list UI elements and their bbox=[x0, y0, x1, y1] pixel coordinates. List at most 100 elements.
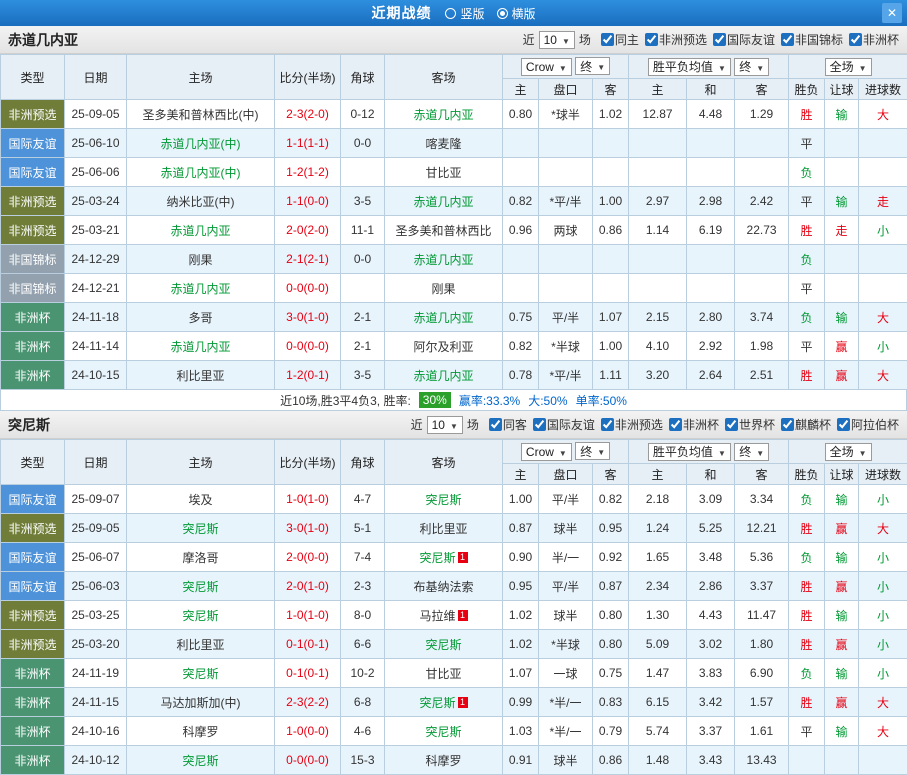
checkbox-input[interactable] bbox=[849, 33, 862, 46]
odds-source-select[interactable]: Crow bbox=[521, 443, 572, 461]
corners-cell: 0-12 bbox=[341, 100, 385, 129]
odds-home-cell: 1.07 bbox=[503, 659, 539, 688]
checkbox-input[interactable] bbox=[645, 33, 658, 46]
result-asian-cell: 输 bbox=[825, 100, 859, 129]
col-corner: 角球 bbox=[341, 55, 385, 100]
away-team-name: 突尼斯 bbox=[419, 696, 455, 710]
scope-select[interactable]: 全场 bbox=[825, 443, 872, 461]
close-button[interactable]: ✕ bbox=[882, 3, 902, 23]
match-date: 25-09-05 bbox=[65, 514, 127, 543]
match-count-value: 10 bbox=[544, 33, 557, 47]
match-count-select[interactable]: 10 bbox=[539, 31, 575, 49]
layout-radio-vertical[interactable]: 竖版 bbox=[445, 5, 484, 22]
odds-home-cell: 1.00 bbox=[503, 485, 539, 514]
avg-home-cell: 12.87 bbox=[629, 100, 687, 129]
filter-checkbox[interactable]: 麒麟杯 bbox=[781, 416, 831, 433]
checkbox-input[interactable] bbox=[601, 33, 614, 46]
odds-source-select[interactable]: Crow bbox=[521, 58, 572, 76]
radio-icon bbox=[445, 8, 456, 19]
filter-checkbox[interactable]: 国际友谊 bbox=[713, 31, 775, 48]
odds-away-cell: 1.02 bbox=[593, 100, 629, 129]
subcol-avg-home: 主 bbox=[629, 464, 687, 485]
odds-final-select[interactable]: 终 bbox=[575, 442, 610, 460]
filter-checkbox[interactable]: 同主 bbox=[601, 31, 639, 48]
filter-checkboxes: 同客国际友谊非洲预选非洲杯世界杯 麒麟杯阿拉伯杯 bbox=[489, 416, 899, 433]
subcol-odds-home: 主 bbox=[503, 464, 539, 485]
match-date: 25-03-25 bbox=[65, 601, 127, 630]
away-team-cell: 赤道几内亚 bbox=[385, 187, 503, 216]
avg-draw-cell: 4.43 bbox=[687, 601, 735, 630]
filter-checkbox[interactable]: 阿拉伯杯 bbox=[837, 416, 899, 433]
summary-stat: 大:50% bbox=[528, 392, 567, 409]
away-team-name: 赤道几内亚 bbox=[413, 253, 473, 267]
result-winloss-cell bbox=[789, 746, 825, 775]
avg-group-header: 胜平负均值 终 bbox=[629, 440, 789, 464]
filter-checkbox[interactable]: 非国锦标 bbox=[781, 31, 843, 48]
result-asian-cell: 赢 bbox=[825, 514, 859, 543]
chevron-down-icon bbox=[756, 60, 764, 74]
away-team-cell: 布基纳法索 bbox=[385, 572, 503, 601]
red-card-badge: 1 bbox=[458, 552, 468, 563]
result-goals-cell bbox=[859, 245, 907, 274]
checkbox-input[interactable] bbox=[781, 33, 794, 46]
away-team-cell: 赤道几内亚 bbox=[385, 361, 503, 390]
avg-select[interactable]: 胜平负均值 bbox=[648, 58, 731, 76]
avg-final-select[interactable]: 终 bbox=[734, 58, 769, 76]
match-type-cell: 非国锦标 bbox=[1, 245, 65, 274]
result-goals-cell: 小 bbox=[859, 543, 907, 572]
checkbox-input[interactable] bbox=[601, 418, 614, 431]
checkbox-input[interactable] bbox=[489, 418, 502, 431]
checkbox-input[interactable] bbox=[781, 418, 794, 431]
summary-stat: 赢率:33.3% bbox=[459, 392, 520, 409]
odds-final-select[interactable]: 终 bbox=[575, 57, 610, 75]
filter-checkbox[interactable]: 非洲预选 bbox=[601, 416, 663, 433]
scope-select[interactable]: 全场 bbox=[825, 58, 872, 76]
checkbox-input[interactable] bbox=[669, 418, 682, 431]
result-winloss-cell: 负 bbox=[789, 158, 825, 187]
filter-checkbox[interactable]: 国际友谊 bbox=[533, 416, 595, 433]
home-team-cell: 赤道几内亚(中) bbox=[127, 129, 275, 158]
avg-select-value: 胜平负均值 bbox=[653, 443, 713, 460]
filter-checkbox[interactable]: 同客 bbox=[489, 416, 527, 433]
odds-away-cell: 0.92 bbox=[593, 543, 629, 572]
result-goals-cell: 小 bbox=[859, 659, 907, 688]
checkbox-input[interactable] bbox=[725, 418, 738, 431]
odds-home-cell: 0.82 bbox=[503, 187, 539, 216]
match-type-cell: 非洲预选 bbox=[1, 630, 65, 659]
layout-radio-horizontal[interactable]: 横版 bbox=[497, 5, 536, 22]
filter-checkbox[interactable]: 非洲杯 bbox=[849, 31, 899, 48]
filter-label: 麒麟杯 bbox=[795, 416, 831, 433]
odds-home-cell: 0.99 bbox=[503, 688, 539, 717]
filter-checkbox[interactable]: 非洲预选 bbox=[645, 31, 707, 48]
avg-away-cell: 3.37 bbox=[735, 572, 789, 601]
checkbox-input[interactable] bbox=[837, 418, 850, 431]
avg-group-header: 胜平负均值 终 bbox=[629, 55, 789, 79]
subcol-handicap: 盘口 bbox=[539, 79, 593, 100]
home-team-name: 刚果 bbox=[188, 253, 212, 267]
filter-checkbox[interactable]: 世界杯 bbox=[725, 416, 775, 433]
odds-away-cell: 0.83 bbox=[593, 688, 629, 717]
home-team-cell: 突尼斯 bbox=[127, 601, 275, 630]
result-goals-cell: 大 bbox=[859, 100, 907, 129]
avg-away-cell: 1.80 bbox=[735, 630, 789, 659]
col-corner: 角球 bbox=[341, 440, 385, 485]
avg-away-cell: 22.73 bbox=[735, 216, 789, 245]
radio-icon bbox=[497, 8, 508, 19]
checkbox-input[interactable] bbox=[533, 418, 546, 431]
odds-home-cell: 0.91 bbox=[503, 746, 539, 775]
filter-controls: 近 10 场 同主非洲预选国际友谊非国锦标非洲杯 bbox=[523, 31, 899, 49]
avg-select[interactable]: 胜平负均值 bbox=[648, 443, 731, 461]
subcol-handicap: 盘口 bbox=[539, 464, 593, 485]
home-team-name: 赤道几内亚 bbox=[170, 340, 230, 354]
filter-checkbox[interactable]: 非洲杯 bbox=[669, 416, 719, 433]
odds-source-value: Crow bbox=[526, 60, 554, 74]
avg-final-select[interactable]: 终 bbox=[734, 443, 769, 461]
match-date: 24-11-14 bbox=[65, 332, 127, 361]
subcol-goals: 进球数 bbox=[859, 464, 907, 485]
avg-final-value: 终 bbox=[739, 58, 751, 75]
checkbox-input[interactable] bbox=[713, 33, 726, 46]
handicap-cell: 球半 bbox=[539, 514, 593, 543]
match-count-select[interactable]: 10 bbox=[427, 416, 463, 434]
avg-away-cell: 3.74 bbox=[735, 303, 789, 332]
red-card-badge: 1 bbox=[458, 610, 468, 621]
